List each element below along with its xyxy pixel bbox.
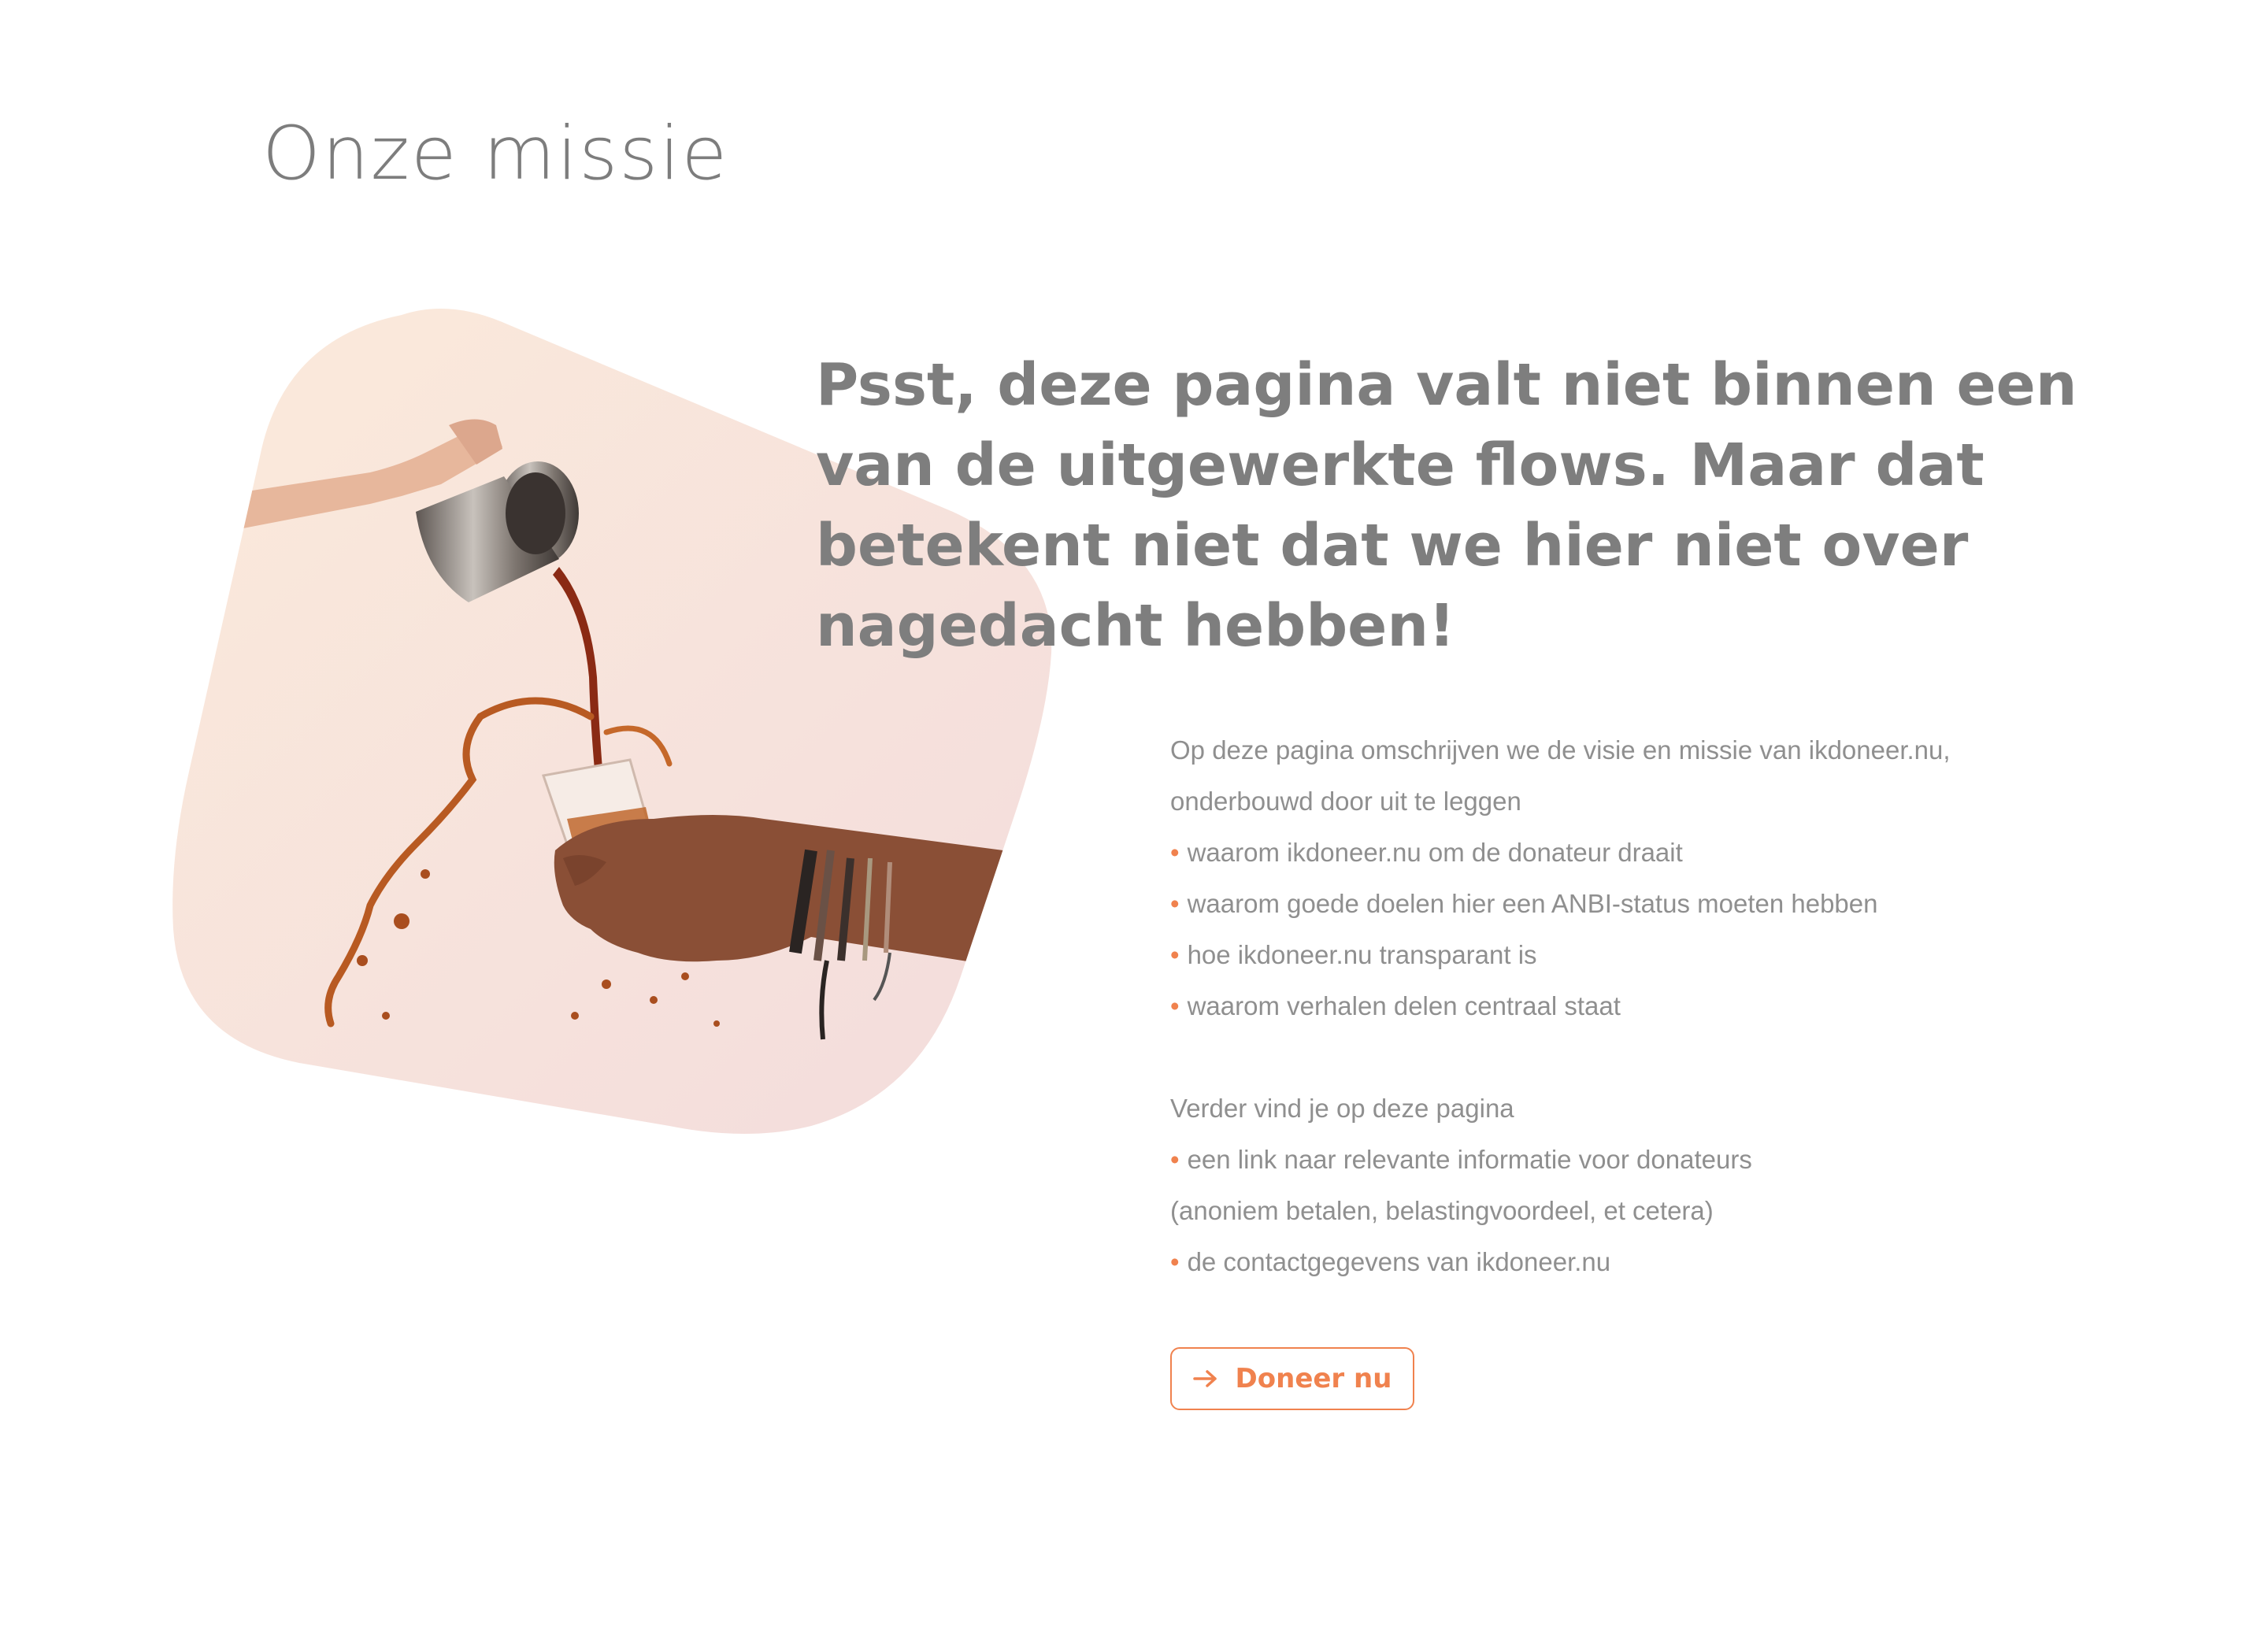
list-item-label: waarom verhalen delen centraal staat xyxy=(1187,991,1621,1020)
list-item: • hoe ikdoneer.nu transparant is xyxy=(1170,929,2115,980)
donate-button[interactable]: Doneer nu xyxy=(1170,1347,1414,1410)
donate-button-label: Doneer nu xyxy=(1235,1363,1392,1394)
intro-text: onderbouwd door uit te leggen xyxy=(1170,787,1521,816)
bullet-icon: • xyxy=(1170,889,1180,918)
more-intro-text: Verder vind je op deze pagina xyxy=(1170,1094,1514,1123)
list-item-label: hoe ikdoneer.nu transparant is xyxy=(1187,940,1537,969)
bullet-icon: • xyxy=(1170,940,1180,969)
list-item-label: de contactgegevens van ikdoneer.nu xyxy=(1187,1247,1611,1276)
arrow-right-icon xyxy=(1192,1370,1217,1387)
mission-description: Op deze pagina omschrijven we de visie e… xyxy=(1170,724,2115,1287)
intro-text: Op deze pagina omschrijven we de visie e… xyxy=(1170,735,1951,765)
list-item: • de contactgegevens van ikdoneer.nu xyxy=(1170,1236,2115,1287)
list-item: • waarom ikdoneer.nu om de donateur draai… xyxy=(1170,827,2115,878)
bullet-icon: • xyxy=(1170,838,1180,867)
bullet-icon: • xyxy=(1170,1145,1180,1174)
list-item-label: een link naar relevante informatie voor … xyxy=(1187,1145,1752,1174)
headline: Psst, deze pagina valt niet binnen een v… xyxy=(816,351,2077,660)
list-item-label: waarom goede doelen hier een ANBI-status… xyxy=(1187,889,1878,918)
bullet-icon: • xyxy=(1170,1247,1180,1276)
list-item-label: waarom ikdoneer.nu om de donateur draait xyxy=(1187,838,1683,867)
list-item: • waarom verhalen delen centraal staat xyxy=(1170,980,2115,1031)
bullet-icon: • xyxy=(1170,991,1180,1020)
list-item: • een link naar relevante informatie voor… xyxy=(1170,1134,2115,1185)
list-item-note: (anoniem betalen, belastingvoordeel, et … xyxy=(1170,1196,1714,1225)
list-item: • waarom goede doelen hier een ANBI-statu… xyxy=(1170,878,2115,929)
page-title: Onze missie xyxy=(262,111,729,197)
